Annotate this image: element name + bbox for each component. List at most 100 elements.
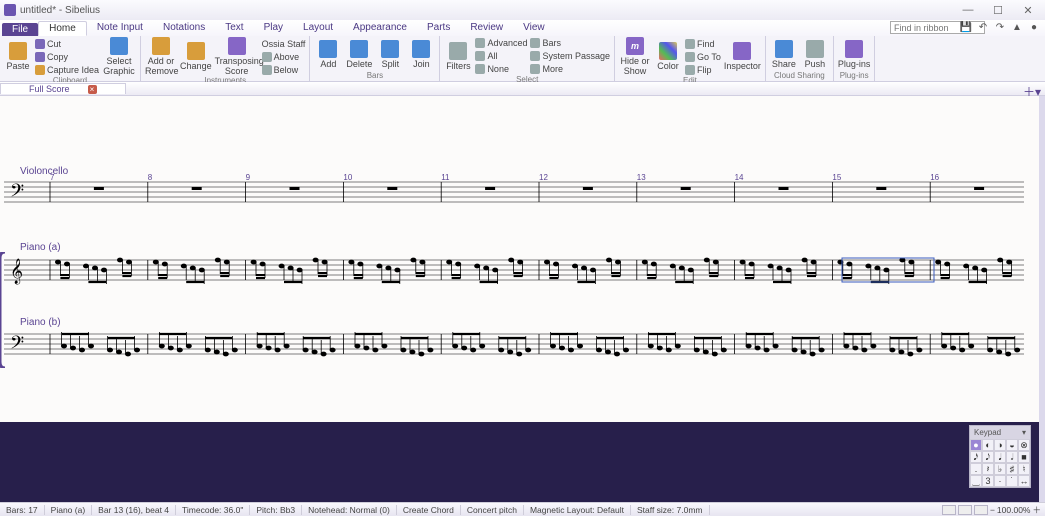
keypad-cell[interactable]: 𝅘𝅥 (994, 451, 1006, 463)
ossia-staff-button[interactable]: Ossia Staff (262, 38, 306, 50)
score-canvas[interactable]: Violoncello Piano (a) Piano (b) 78910111… (0, 96, 1045, 502)
keypad-cell[interactable]: . (970, 463, 982, 475)
tab-play[interactable]: Play (254, 21, 293, 36)
hide-show-button[interactable]: mHide or Show (619, 37, 651, 76)
keypad-cell[interactable]: · (994, 475, 1006, 487)
tab-layout[interactable]: Layout (293, 21, 343, 36)
copy-label: Copy (47, 52, 68, 62)
staff-piano-a[interactable]: 𝄞 (4, 252, 1024, 292)
add-bars-button[interactable]: Add (314, 40, 342, 69)
zoom-minus-button[interactable]: − (990, 505, 995, 515)
tab-parts[interactable]: Parts (417, 21, 460, 36)
window-minimize-button[interactable]: — (955, 3, 981, 17)
inspector-button[interactable]: Inspector (724, 42, 761, 71)
keypad-cell[interactable]: ♯ (1006, 463, 1018, 475)
keypad-cell[interactable]: ♮ (1018, 463, 1030, 475)
document-tab-close-button[interactable]: × (88, 85, 97, 94)
cut-button[interactable]: Cut (35, 38, 99, 50)
vertical-scrollbar[interactable] (1039, 96, 1045, 502)
color-label: Color (657, 61, 679, 71)
paste-label: Paste (6, 61, 29, 71)
select-none-button[interactable]: None (475, 63, 527, 75)
score-page[interactable]: Violoncello Piano (a) Piano (b) 78910111… (0, 96, 1039, 502)
goto-button[interactable]: Go To (685, 51, 721, 63)
ossia-below-button[interactable]: Below (262, 64, 306, 76)
status-cell: Staff size: 7.0mm (631, 505, 710, 515)
keypad-cell[interactable]: ⊗ (1018, 439, 1030, 451)
tab-review[interactable]: Review (460, 21, 513, 36)
keypad-cell[interactable]: ● (970, 439, 982, 451)
find-button[interactable]: Find (685, 38, 721, 50)
copy-button[interactable]: Copy (35, 51, 99, 63)
keypad-cell[interactable]: ◑ (994, 439, 1006, 451)
change-instrument-button[interactable]: Change (180, 42, 212, 71)
staff-piano-b[interactable]: 𝄢 (4, 324, 1024, 368)
status-cell: Concert pitch (461, 505, 524, 515)
tab-view[interactable]: View (513, 21, 555, 36)
qat-button-0[interactable]: 💾 (959, 21, 973, 35)
keypad-cell[interactable]: 𝅘𝅥𝅮 (982, 451, 994, 463)
plugins-button[interactable]: Plug-ins (838, 40, 871, 69)
select-graphic-button[interactable]: Select Graphic (102, 37, 136, 76)
file-menu[interactable]: File (2, 23, 38, 36)
filters-button[interactable]: Filters (444, 42, 472, 71)
zoom-plus-button[interactable]: ＋ (1032, 504, 1041, 516)
delete-bars-button[interactable]: Delete (345, 40, 373, 69)
window-close-button[interactable]: ✕ (1015, 3, 1041, 17)
keypad-cell[interactable]: ↔ (1018, 475, 1030, 487)
tab-home[interactable]: Home (38, 21, 87, 36)
svg-text:𝄢: 𝄢 (10, 180, 24, 204)
keypad-cell[interactable]: ◒ (1006, 439, 1018, 451)
keypad-menu-icon[interactable]: ▾ (1022, 428, 1026, 437)
split-bars-button[interactable]: Split (376, 40, 404, 69)
ossia-label: Ossia Staff (262, 39, 306, 49)
keypad-cell[interactable]: ◐ (982, 439, 994, 451)
keypad-cell[interactable]: ♭ (994, 463, 1006, 475)
tab-note-input[interactable]: Note Input (87, 21, 153, 36)
keypad-panel[interactable]: Keypad ▾ ●◐◑◒⊗ 𝅘𝅥𝅯𝅘𝅥𝅮𝅘𝅥𝅗𝅥■.𝄽♭♯♮ ‿3·˙↔ (969, 425, 1031, 488)
share-button[interactable]: Share (770, 40, 798, 69)
keypad-cell[interactable]: ˙ (1006, 475, 1018, 487)
window-maximize-button[interactable]: ☐ (985, 3, 1011, 17)
tab-notations[interactable]: Notations (153, 21, 215, 36)
select-all-button[interactable]: All (475, 50, 527, 62)
transposing-score-button[interactable]: Transposing Score (215, 37, 259, 76)
qat-button-2[interactable]: ↷ (993, 21, 1007, 35)
add-remove-instruments-button[interactable]: Add or Remove (145, 37, 177, 76)
view-mode-button-1[interactable] (942, 505, 956, 515)
document-tab-full-score[interactable]: Full Score × (0, 83, 126, 94)
view-mode-button-2[interactable] (958, 505, 972, 515)
keypad-header[interactable]: Keypad ▾ (970, 426, 1030, 439)
zoom-level: 100.00% (997, 505, 1031, 515)
join-bars-button[interactable]: Join (407, 40, 435, 69)
push-label: Push (805, 59, 826, 69)
keypad-title: Keypad (974, 428, 1001, 437)
push-button[interactable]: Push (801, 40, 829, 69)
keypad-cell[interactable]: ‿ (970, 475, 982, 487)
keypad-cell[interactable]: 𝄽 (982, 463, 994, 475)
pencil-icon (152, 37, 170, 55)
title-bar: untitled* - Sibelius — ☐ ✕ (0, 0, 1045, 20)
keypad-cell[interactable]: ■ (1018, 451, 1030, 463)
qat-button-1[interactable]: ↶ (976, 21, 990, 35)
ossia-above-button[interactable]: Above (262, 51, 306, 63)
qat-button-4[interactable]: ● (1027, 21, 1041, 35)
split-icon (381, 40, 399, 58)
group-label-bars: Bars (314, 71, 435, 81)
select-bars-button[interactable]: Bars (530, 37, 610, 49)
capture-idea-button[interactable]: Capture Idea (35, 64, 99, 76)
flip-button[interactable]: Flip (685, 64, 721, 76)
advanced-select-button[interactable]: Advanced (475, 37, 527, 49)
keypad-cell[interactable]: 3 (982, 475, 994, 487)
tab-text[interactable]: Text (215, 21, 253, 36)
staff-violoncello[interactable]: 𝄢 (4, 180, 1024, 204)
keypad-cell[interactable]: 𝅘𝅥𝅯 (970, 451, 982, 463)
select-system-passage-button[interactable]: System Passage (530, 50, 610, 62)
qat-button-3[interactable]: ▲ (1010, 21, 1024, 35)
color-button[interactable]: Color (654, 42, 682, 71)
paste-button[interactable]: Paste (4, 42, 32, 71)
tab-appearance[interactable]: Appearance (343, 21, 417, 36)
keypad-cell[interactable]: 𝅗𝅥 (1006, 451, 1018, 463)
view-mode-button-3[interactable] (974, 505, 988, 515)
select-more-button[interactable]: More (530, 63, 610, 75)
